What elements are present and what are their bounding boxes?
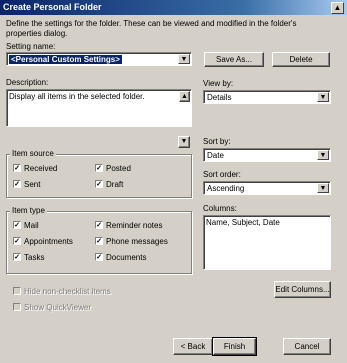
- show-quickviewer-label: Show QuickViewer: [24, 303, 91, 312]
- mail-checkbox[interactable]: ✓: [13, 221, 21, 229]
- sort-order-combo[interactable]: Ascending ▼: [203, 181, 331, 195]
- delete-button[interactable]: Delete: [272, 52, 330, 67]
- sort-by-combo[interactable]: Date ▼: [203, 148, 331, 162]
- reminder-notes-checkbox[interactable]: ✓: [95, 221, 103, 229]
- sent-label: Sent: [24, 180, 41, 189]
- edit-columns-button[interactable]: Edit Columns...: [274, 281, 331, 298]
- chevron-down-icon[interactable]: ▼: [178, 54, 190, 64]
- appointments-label: Appointments: [24, 237, 73, 246]
- description-field[interactable]: Display all items in the selected folder…: [6, 89, 192, 127]
- columns-value: Name, Subject, Date: [206, 218, 280, 227]
- show-quickviewer-checkbox[interactable]: [13, 303, 21, 311]
- columns-field[interactable]: Name, Subject, Date: [203, 215, 331, 270]
- reminder-notes-label: Reminder notes: [106, 221, 163, 230]
- item-type-title: Item type: [10, 206, 47, 215]
- documents-label: Documents: [106, 253, 147, 262]
- tasks-label: Tasks: [24, 253, 45, 262]
- received-label: Received: [24, 164, 58, 173]
- chevron-down-icon[interactable]: ▼: [317, 183, 329, 193]
- sort-by-label: Sort by:: [203, 137, 231, 146]
- appointments-checkbox[interactable]: ✓: [13, 237, 21, 245]
- draft-label: Draft: [106, 180, 124, 189]
- sort-by-value: Date: [207, 151, 224, 160]
- received-checkbox[interactable]: ✓: [13, 164, 21, 172]
- documents-checkbox[interactable]: ✓: [95, 253, 103, 261]
- tasks-checkbox[interactable]: ✓: [13, 253, 21, 261]
- hide-non-checklist-checkbox[interactable]: [13, 287, 21, 295]
- window-title: Create Personal Folder: [3, 2, 102, 12]
- view-by-combo[interactable]: Details ▼: [203, 90, 331, 104]
- item-source-title: Item source: [10, 149, 56, 158]
- cancel-button[interactable]: Cancel: [283, 338, 331, 355]
- phone-messages-label: Phone messages: [106, 237, 168, 246]
- description-value: Display all items in the selected folder…: [9, 92, 145, 101]
- chevron-down-icon[interactable]: ▼: [317, 92, 329, 102]
- finish-button[interactable]: Finish: [212, 337, 257, 356]
- title-bar: Create Personal Folder ▲: [0, 0, 347, 15]
- sent-checkbox[interactable]: ✓: [13, 180, 21, 188]
- posted-label: Posted: [106, 164, 131, 173]
- back-button[interactable]: < Back: [173, 338, 213, 355]
- hide-non-checklist-label: Hide non-checklist items: [24, 287, 111, 296]
- posted-checkbox[interactable]: ✓: [95, 164, 103, 172]
- mail-label: Mail: [24, 221, 39, 230]
- description-label: Description:: [6, 78, 49, 87]
- view-by-value: Details: [207, 93, 232, 102]
- draft-checkbox[interactable]: ✓: [95, 180, 103, 188]
- chevron-down-icon[interactable]: ▼: [317, 150, 329, 160]
- scroll-down-icon[interactable]: ▼: [178, 136, 190, 148]
- intro-text: Define the settings for the folder. Thes…: [6, 19, 297, 38]
- save-as-button[interactable]: Save As...: [204, 52, 264, 67]
- columns-label: Columns:: [203, 204, 237, 213]
- scroll-up-icon[interactable]: ▲: [179, 91, 190, 102]
- setting-name-combo[interactable]: <Personal Custom Settings> ▼: [6, 52, 192, 66]
- view-by-label: View by:: [203, 79, 234, 88]
- setting-name-value: <Personal Custom Settings>: [9, 55, 122, 64]
- setting-name-label: Setting name:: [6, 42, 56, 51]
- item-source-group: [6, 154, 192, 198]
- help-button[interactable]: ▲: [331, 2, 344, 14]
- sort-order-value: Ascending: [207, 184, 245, 193]
- phone-messages-checkbox[interactable]: ✓: [95, 237, 103, 245]
- sort-order-label: Sort order:: [203, 170, 241, 179]
